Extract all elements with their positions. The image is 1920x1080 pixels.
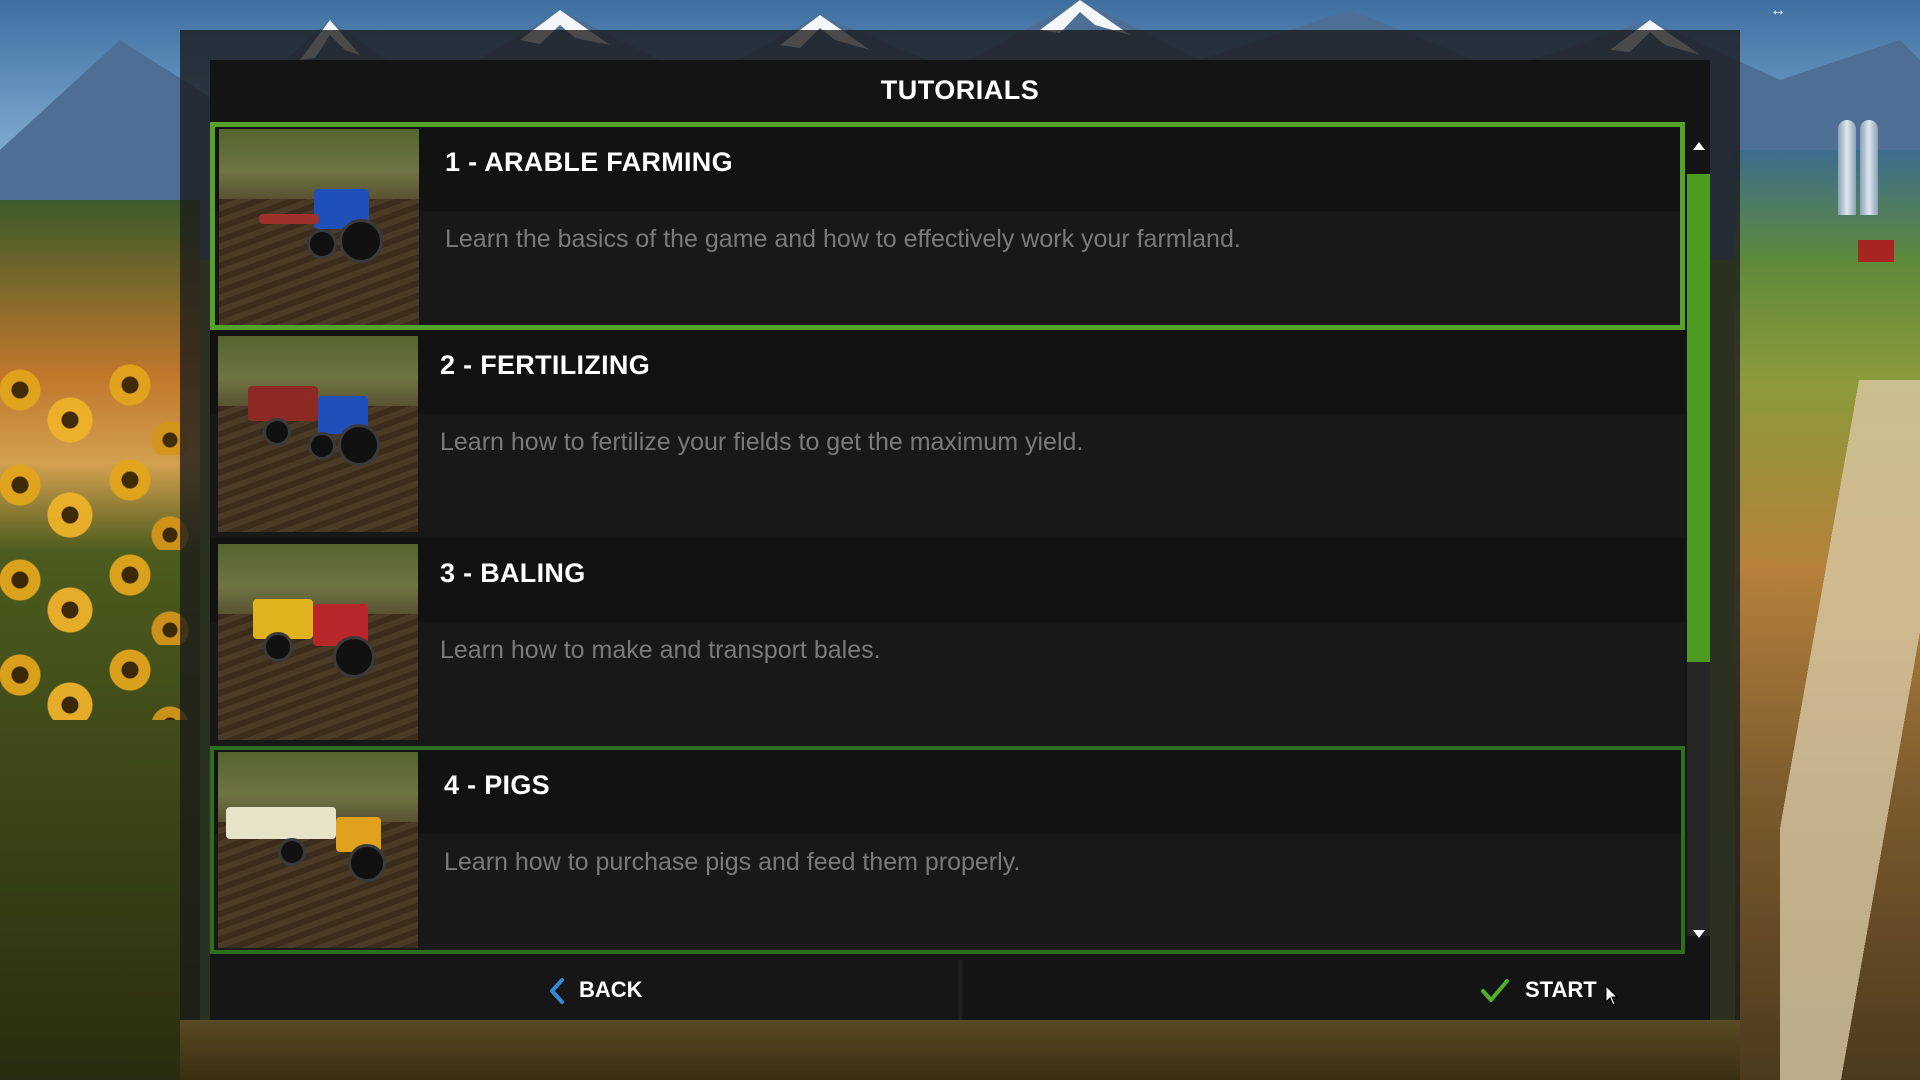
start-button[interactable]: START: [962, 960, 1710, 1020]
tutorial-item[interactable]: 1 - ARABLE FARMING Learn the basics of t…: [210, 122, 1685, 330]
back-button[interactable]: BACK: [210, 960, 958, 1020]
tutorial-list: 1 - ARABLE FARMING Learn the basics of t…: [210, 122, 1685, 954]
dirt-road: [1780, 380, 1920, 1080]
tractor-with-baler-thumbnail: [218, 544, 418, 740]
tutorial-description: Learn the basics of the game and how to …: [445, 225, 1241, 253]
mouse-cursor-icon: [1605, 985, 1619, 1006]
tutorials-dialog: TUTORIALS 1 - ARABLE FARMING Learn the b…: [210, 60, 1710, 1020]
tutorial-title: 1 - ARABLE FARMING: [445, 147, 733, 177]
scroll-up-icon[interactable]: [1693, 142, 1705, 150]
tutorial-description: Learn how to make and transport bales.: [440, 636, 881, 664]
checkmark-icon: [1481, 979, 1509, 1002]
tutorial-description: Learn how to fertilize your fields to ge…: [440, 428, 1084, 456]
tutorial-description: Learn how to purchase pigs and feed them…: [444, 848, 1021, 876]
tractor-with-plow-thumbnail: [219, 129, 419, 325]
back-label: BACK: [579, 977, 643, 1002]
tutorial-title: 3 - BALING: [440, 558, 586, 588]
tutorial-item[interactable]: 2 - FERTILIZING Learn how to fertilize y…: [210, 330, 1685, 538]
tractor-with-trailer-thumbnail: [218, 752, 418, 948]
chevron-left-icon: [550, 978, 564, 1004]
scroll-down-icon[interactable]: [1693, 930, 1705, 938]
barn-icon: [1858, 240, 1894, 262]
silo-icon: [1838, 120, 1856, 215]
silo-icon: [1860, 120, 1878, 215]
tutorial-item[interactable]: 3 - BALING Learn how to make and transpo…: [210, 538, 1685, 746]
tutorial-item[interactable]: 4 - PIGS Learn how to purchase pigs and …: [210, 746, 1685, 954]
dialog-footer: BACK START: [210, 960, 1710, 1020]
start-label: START: [1525, 977, 1597, 1002]
item-header-band: [215, 127, 1680, 211]
tutorial-title: 2 - FERTILIZING: [440, 350, 650, 380]
tractor-with-spreader-thumbnail: [218, 336, 418, 532]
sunflower-field: [0, 360, 190, 720]
dialog-title: TUTORIALS: [880, 75, 1040, 105]
item-header-band: [214, 750, 1681, 834]
tutorial-title: 4 - PIGS: [444, 770, 550, 800]
scrollbar-thumb[interactable]: [1687, 174, 1710, 662]
item-header-band: [210, 330, 1685, 414]
ground-strip: [180, 1020, 1740, 1080]
resize-icon: ↔: [1770, 2, 1786, 19]
item-header-band: [210, 538, 1685, 622]
